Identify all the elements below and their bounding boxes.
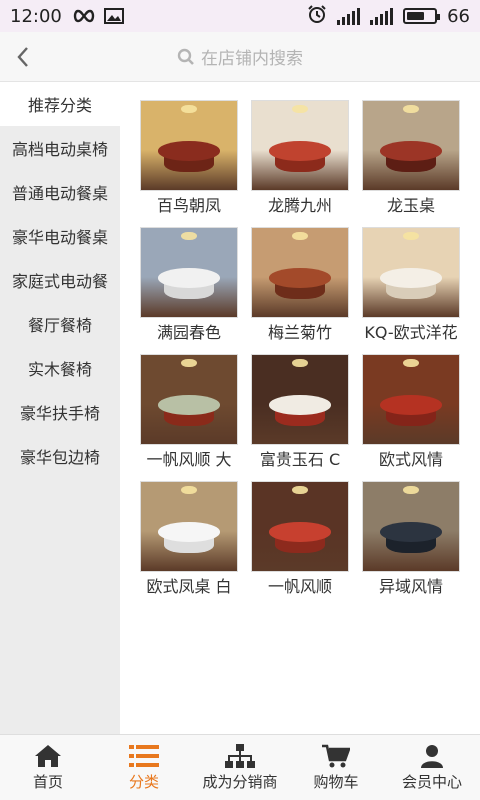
sidebar-item-luxury-electric[interactable]: 豪华电动餐桌	[0, 214, 120, 258]
product-image[interactable]	[362, 227, 460, 318]
battery-level: 66	[447, 5, 470, 27]
product-image[interactable]	[251, 481, 349, 572]
product-title[interactable]: 龙玉桌	[357, 195, 465, 217]
search-icon	[177, 48, 194, 65]
back-button[interactable]	[0, 32, 46, 82]
sidebar-item-armchair[interactable]: 豪华扶手椅	[0, 390, 120, 434]
product-title[interactable]: 满园春色	[135, 322, 243, 344]
product-image[interactable]	[140, 481, 238, 572]
sidebar-item-label: 普通电动餐桌	[11, 184, 108, 203]
product-card[interactable]: 梅兰菊竹	[251, 227, 349, 344]
product-title[interactable]: 一帆风顺	[246, 576, 354, 598]
nav-cart[interactable]: 购物车	[288, 735, 384, 800]
product-image[interactable]	[140, 100, 238, 191]
product-image[interactable]	[362, 100, 460, 191]
product-image[interactable]	[251, 100, 349, 191]
sitemap-icon	[225, 743, 255, 768]
signal-icon	[337, 7, 361, 25]
product-card[interactable]: 异域风情	[362, 481, 460, 598]
product-card[interactable]: 一帆风顺	[251, 481, 349, 598]
sidebar-item-restaurant-chair[interactable]: 餐厅餐椅	[0, 302, 120, 346]
sidebar-item-edged-chair[interactable]: 豪华包边椅	[0, 434, 120, 478]
product-card[interactable]: 富贵玉石 C	[251, 354, 349, 471]
4g-signal-icon	[370, 7, 394, 25]
sidebar-item-home-electric[interactable]: 家庭式电动餐	[0, 258, 120, 302]
search-input[interactable]: 在店铺内搜索	[46, 44, 434, 69]
nav-label: 分类	[128, 772, 159, 791]
battery-icon	[403, 8, 441, 24]
sidebar-item-label: 实木餐椅	[27, 360, 92, 379]
user-icon	[421, 744, 443, 768]
nav-label: 成为分销商	[202, 772, 278, 791]
product-title[interactable]: 一帆风顺 大	[135, 449, 243, 471]
nav-category[interactable]: 分类	[96, 735, 192, 800]
nav-home[interactable]: 首页	[0, 735, 96, 800]
product-title[interactable]: 欧式风情	[357, 449, 465, 471]
status-bar: 12:00 66	[0, 0, 480, 32]
cart-icon	[322, 744, 350, 767]
product-card[interactable]: 欧式凤桌 白	[140, 481, 238, 598]
status-time: 12:00	[10, 5, 62, 27]
product-title[interactable]: 异域风情	[357, 576, 465, 598]
product-card[interactable]: 欧式风情	[362, 354, 460, 471]
sidebar-item-normal-electric[interactable]: 普通电动餐桌	[0, 170, 120, 214]
product-title[interactable]: 梅兰菊竹	[246, 322, 354, 344]
product-card[interactable]: 龙腾九州	[251, 100, 349, 217]
product-image[interactable]	[251, 354, 349, 445]
product-grid: 百鸟朝凤 龙腾九州 龙玉桌 满园春色 梅兰菊竹 KQ-欧式洋花 一帆风顺 大富贵玉石 C 欧式…	[120, 82, 480, 598]
product-image[interactable]	[140, 227, 238, 318]
sidebar-item-recommended[interactable]: 推荐分类	[0, 82, 120, 126]
bottom-nav: 首页 分类 成为分销商 购物车 会员中心	[0, 734, 480, 800]
home-icon	[35, 744, 61, 767]
product-title[interactable]: 富贵玉石 C	[246, 449, 354, 471]
product-content: 百鸟朝凤 龙腾九州 龙玉桌 满园春色 梅兰菊竹 KQ-欧式洋花 一帆风顺 大富贵玉石 C 欧式…	[120, 82, 480, 734]
image-icon	[103, 8, 124, 24]
product-image[interactable]	[362, 354, 460, 445]
list-icon	[129, 744, 159, 767]
sidebar-item-high-end-electric[interactable]: 高档电动桌椅	[0, 126, 120, 170]
product-title[interactable]: 龙腾九州	[246, 195, 354, 217]
product-image[interactable]	[140, 354, 238, 445]
product-title[interactable]: KQ-欧式洋花	[357, 322, 465, 344]
sidebar-item-label: 豪华电动餐桌	[11, 228, 108, 247]
nav-distributor[interactable]: 成为分销商	[192, 735, 288, 800]
product-card[interactable]: 龙玉桌	[362, 100, 460, 217]
product-image[interactable]	[251, 227, 349, 318]
sidebar-item-wood-chair[interactable]: 实木餐椅	[0, 346, 120, 390]
sidebar-item-label: 高档电动桌椅	[11, 140, 108, 159]
alarm-icon	[307, 4, 327, 29]
product-card[interactable]: 满园春色	[140, 227, 238, 344]
product-image[interactable]	[362, 481, 460, 572]
search-placeholder: 在店铺内搜索	[201, 49, 303, 69]
infinity-icon	[72, 9, 96, 23]
product-title[interactable]: 百鸟朝凤	[135, 195, 243, 217]
nav-label: 购物车	[313, 772, 359, 791]
header: 在店铺内搜索	[0, 32, 480, 82]
product-title[interactable]: 欧式凤桌 白	[135, 576, 243, 598]
sidebar-item-label: 推荐分类	[27, 96, 92, 115]
sidebar-item-label: 餐厅餐椅	[27, 316, 92, 335]
product-card[interactable]: 百鸟朝凤	[140, 100, 238, 217]
nav-label: 首页	[32, 772, 63, 791]
nav-member[interactable]: 会员中心	[384, 735, 480, 800]
product-card[interactable]: 一帆风顺 大	[140, 354, 238, 471]
chevron-left-icon	[17, 46, 28, 67]
product-card[interactable]: KQ-欧式洋花	[362, 227, 460, 344]
sidebar-item-label: 家庭式电动餐	[11, 272, 108, 291]
sidebar-item-label: 豪华包边椅	[19, 448, 100, 467]
nav-label: 会员中心	[401, 772, 462, 791]
sidebar-item-label: 豪华扶手椅	[19, 404, 100, 423]
category-sidebar: 推荐分类 高档电动桌椅 普通电动餐桌 豪华电动餐桌 家庭式电动餐 餐厅餐椅 实木…	[0, 82, 120, 734]
